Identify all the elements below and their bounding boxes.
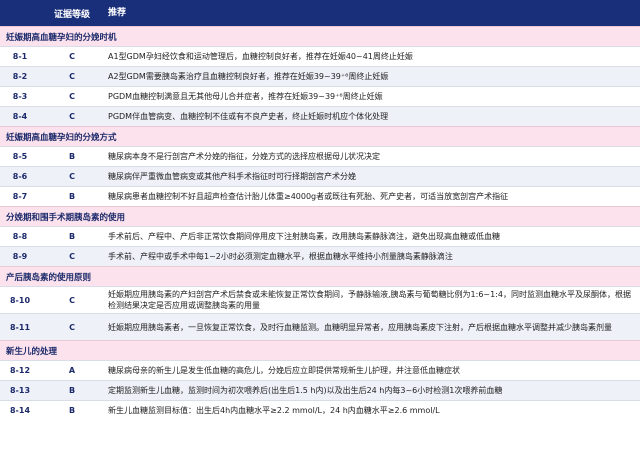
recommendation-id: 8-14: [9, 406, 31, 415]
table-row: 8-5 B 糖尿病本身不是行剖宫产术分娩的指征，分娩方式的选择应根据母儿状况决定: [0, 146, 640, 166]
recommendation-text: 妊娠期应用胰岛素的产妇剖宫产术后禁食或未能恢复正常饮食期间，予静脉输液,胰岛素与…: [108, 290, 631, 310]
recommendation-text: 手术前、产程中或手术中每1~2小时必须测定血糖水平，根据血糖水平维持小剂量胰岛素…: [108, 252, 453, 261]
recommendation-text: PGDM血糖控制满意且无其他母儿合并症者，推荐在妊娠39~39⁺⁶周终止妊娠: [108, 92, 383, 101]
evidence-grade: B: [68, 232, 76, 241]
recommendation-id: 8-7: [12, 192, 28, 201]
recommendation-text: 糖尿病本身不是行剖宫产术分娩的指征，分娩方式的选择应根据母儿状况决定: [108, 152, 380, 161]
table-row: 8-6 C 糖尿病伴严重微血管病变或其他产科手术指征时可行择期剖宫产术分娩: [0, 166, 640, 186]
recommendation-id: 8-10: [9, 295, 31, 305]
evidence-grade: C: [69, 252, 75, 261]
recommendation-text: 糖尿病患者血糖控制不好且超声检查估计胎儿体重≥4000g者或既往有死胎、死产史者…: [108, 192, 509, 201]
table-row: 8-14 B 新生儿血糖监测目标值：出生后4h内血糖水平≥2.2 mmol/L，24…: [0, 400, 640, 420]
recommendation-text: 糖尿病母亲的新生儿是发生低血糖的高危儿，分娩后应立即提供常规新生儿护理，并注意低…: [108, 366, 460, 375]
table-row: 8-4 C PGDM伴血管病变、血糖控制不佳或有不良产史者，终止妊娠时机应个体化处理: [0, 106, 640, 126]
recommendation-id: 8-3: [12, 92, 28, 101]
evidence-grade: A: [68, 366, 76, 375]
recommendation-id: 8-6: [12, 172, 28, 181]
recommendation-id: 8-13: [9, 386, 31, 395]
recommendation-id: 8-12: [9, 366, 31, 375]
table-row: 8-9 C 手术前、产程中或手术中每1~2小时必须测定血糖水平，根据血糖水平维持小剂…: [0, 246, 640, 266]
table-row: 8-11 C 妊娠期应用胰岛素者，一旦恢复正常饮食，及时行血糖监测。血糖明显异常者，…: [0, 313, 640, 340]
recommendation-table: 证据等级 推荐 妊娠期高血糖孕妇的分娩时机 8-1 C A1型GDM孕妇经饮食和运动管…: [0, 0, 640, 420]
evidence-grade: C: [69, 92, 75, 101]
recommendation-id: 8-9: [12, 252, 28, 261]
recommendation-text: 手术前后、产程中、产后非正常饮食期间停用皮下注射胰岛素，改用胰岛素静脉滴注，避免…: [108, 232, 500, 241]
recommendation-text: 糖尿病伴严重微血管病变或其他产科手术指征时可行择期剖宫产术分娩: [108, 172, 356, 181]
table-row: 8-3 C PGDM血糖控制满意且无其他母儿合并症者，推荐在妊娠39~39⁺⁶周终止…: [0, 86, 640, 106]
evidence-grade: C: [69, 112, 75, 121]
recommendation-id: 8-11: [9, 322, 31, 332]
section-title: 妊娠期高血糖孕妇的分娩方式: [0, 126, 640, 146]
evidence-grade: C: [69, 322, 75, 332]
section-title: 妊娠期高血糖孕妇的分娩时机: [0, 26, 640, 46]
table-row: 8-1 C A1型GDM孕妇经饮食和运动管理后，血糖控制良好者，推荐在妊娠40~41…: [0, 46, 640, 66]
recommendation-text: 妊娠期应用胰岛素者，一旦恢复正常饮食，及时行血糖监测。血糖明显异常者，应用胰岛素…: [108, 322, 612, 332]
recommendation-id: 8-5: [12, 152, 28, 161]
table-row: 8-2 C A2型GDM需要胰岛素治疗且血糖控制良好者，推荐在妊娠39~39⁺⁶周终…: [0, 66, 640, 86]
table-row: 8-12 A 糖尿病母亲的新生儿是发生低血糖的高危儿，分娩后应立即提供常规新生儿护理…: [0, 360, 640, 380]
recommendation-text: 新生儿血糖监测目标值：出生后4h内血糖水平≥2.2 mmol/L，24 h内血糖…: [108, 406, 440, 415]
evidence-grade: C: [69, 172, 75, 181]
table-header: 证据等级 推荐: [0, 0, 640, 26]
table-body: 妊娠期高血糖孕妇的分娩时机 8-1 C A1型GDM孕妇经饮食和运动管理后，血糖控制良…: [0, 26, 640, 420]
recommendation-text: A1型GDM孕妇经饮食和运动管理后，血糖控制良好者，推荐在妊娠40~41周终止妊…: [108, 52, 413, 61]
table-row: 8-7 B 糖尿病患者血糖控制不好且超声检查估计胎儿体重≥4000g者或既往有死胎、…: [0, 186, 640, 206]
evidence-grade: B: [68, 406, 76, 415]
evidence-grade: B: [68, 386, 76, 395]
recommendation-id: 8-2: [12, 72, 28, 81]
recommendation-text: 定期监测新生儿血糖，监测时间为初次喂养后(出生后1.5 h内)以及出生后24 h…: [108, 386, 503, 395]
recommendation-text: PGDM伴血管病变、血糖控制不佳或有不良产史者，终止妊娠时机应个体化处理: [108, 112, 389, 121]
evidence-grade: B: [68, 152, 76, 161]
evidence-grade: C: [69, 295, 75, 305]
recommendation-id: 8-1: [12, 52, 28, 61]
evidence-grade: B: [68, 192, 76, 201]
header-recommendation: 推荐: [108, 7, 127, 18]
recommendation-id: 8-8: [12, 232, 28, 241]
section-title: 分娩期和围手术期胰岛素的使用: [0, 206, 640, 226]
recommendation-id: 8-4: [12, 112, 28, 121]
evidence-grade: C: [69, 52, 75, 61]
recommendation-text: A2型GDM需要胰岛素治疗且血糖控制良好者，推荐在妊娠39~39⁺⁶周终止妊娠: [108, 72, 389, 81]
table-row: 8-13 B 定期监测新生儿血糖，监测时间为初次喂养后(出生后1.5 h内)以及出生…: [0, 380, 640, 400]
table-row: 8-10 C 妊娠期应用胰岛素的产妇剖宫产术后禁食或未能恢复正常饮食期间，予静脉输液…: [0, 286, 640, 313]
section-title: 新生儿的处理: [0, 340, 640, 360]
header-grade: 证据等级: [53, 9, 90, 20]
section-title: 产后胰岛素的使用原则: [0, 266, 640, 286]
table-row: 8-8 B 手术前后、产程中、产后非正常饮食期间停用皮下注射胰岛素，改用胰岛素静脉滴…: [0, 226, 640, 246]
evidence-grade: C: [69, 72, 75, 81]
